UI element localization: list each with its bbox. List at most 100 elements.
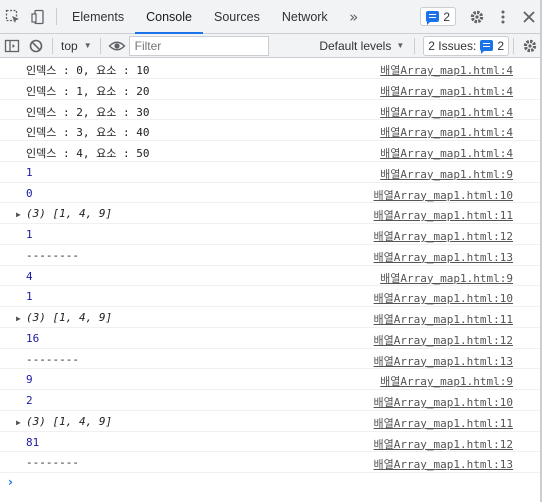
log-levels-dropdown[interactable]: Default levels ▼ [313, 39, 410, 53]
source-link[interactable]: 배열Array_map1.html:11 [374, 415, 513, 431]
tab-network[interactable]: Network [271, 0, 339, 33]
console-message-row: 4 배열Array_map1.html:9 [0, 266, 542, 287]
source-link[interactable]: 배열Array_map1.html:11 [374, 207, 513, 223]
source-link[interactable]: 배열Array_map1.html:13 [374, 456, 513, 472]
console-message-row: -------- 배열Array_map1.html:13 [0, 452, 542, 473]
console-message-text: 인덱스 : 1, 요소 : 20 [26, 83, 149, 99]
source-link[interactable]: 배열Array_map1.html:4 [380, 104, 513, 120]
settings-gear-icon[interactable] [464, 0, 490, 33]
message-value: 9 [26, 373, 33, 387]
message-icon [480, 40, 494, 54]
message-value: 1 [26, 165, 33, 179]
message-value: 16 [26, 331, 40, 345]
message-value: 1 [26, 290, 33, 304]
console-message-text: 81 [26, 436, 39, 449]
devtools-tabbar: Elements Console Sources Network » 2 [0, 0, 542, 34]
message-value: 인덱스 : 3, 요소 : 40 [26, 126, 150, 140]
message-value: (3) [1, 4, 9] [26, 311, 113, 324]
console-message-row: 인덱스 : 2, 요소 : 30 배열Array_map1.html:4 [0, 100, 542, 121]
source-link[interactable]: 배열Array_map1.html:12 [374, 436, 513, 452]
issues-count: 2 [497, 38, 504, 53]
live-expression-eye-icon[interactable] [105, 34, 129, 58]
clear-console-icon[interactable] [24, 34, 48, 58]
message-value: 1 [26, 228, 33, 241]
source-link[interactable]: 배열Array_map1.html:12 [374, 332, 513, 348]
console-message-text: -------- [26, 456, 79, 469]
source-link[interactable]: 배열Array_map1.html:4 [380, 62, 513, 78]
tab-sources[interactable]: Sources [203, 0, 271, 33]
toolbar-divider [513, 37, 514, 54]
issues-button[interactable]: 2 Issues: 2 [423, 35, 509, 56]
console-message-row: 1 배열Array_map1.html:10 [0, 286, 542, 307]
message-value: -------- [26, 248, 79, 262]
source-link[interactable]: 배열Array_map1.html:9 [380, 373, 513, 389]
console-toolbar: top ▼ Default levels ▼ 2 Issues: 2 [0, 34, 542, 58]
source-link[interactable]: 배열Array_map1.html:13 [374, 353, 513, 369]
console-message-row: 9 배열Array_map1.html:9 [0, 369, 542, 390]
console-message-text: 16 [26, 332, 39, 345]
message-value: 인덱스 : 0, 요소 : 10 [26, 64, 150, 77]
message-value: 0 [26, 186, 33, 200]
source-link[interactable]: 배열Array_map1.html:4 [380, 124, 513, 140]
console-message-row: 0 배열Array_map1.html:10 [0, 183, 542, 204]
source-link[interactable]: 배열Array_map1.html:9 [380, 270, 513, 286]
show-sidebar-icon[interactable] [0, 34, 24, 58]
inspect-element-icon[interactable] [0, 0, 26, 33]
expand-triangle-icon[interactable]: ▶ [16, 210, 26, 219]
issues-counter-button[interactable]: 2 [420, 7, 456, 26]
console-message-text: -------- [26, 249, 79, 262]
message-value: -------- [26, 456, 79, 470]
message-value: 2 [26, 394, 33, 407]
array-preview[interactable]: ▶ (3) [1, 4, 9] [16, 207, 112, 220]
expand-triangle-icon[interactable]: ▶ [16, 314, 26, 323]
array-preview[interactable]: ▶ (3) [1, 4, 9] [16, 311, 113, 324]
source-link[interactable]: 배열Array_map1.html:12 [374, 228, 513, 244]
message-value: 인덱스 : 2, 요소 : 30 [26, 105, 150, 119]
console-message-text: 1 [26, 290, 33, 303]
array-preview[interactable]: ▶ (3) [1, 4, 9] [16, 414, 113, 428]
console-message-row: 2 배열Array_map1.html:10 [0, 390, 542, 411]
toolbar-divider [414, 37, 416, 54]
console-settings-gear-icon[interactable] [518, 34, 542, 58]
tabbar-divider [56, 8, 57, 25]
console-prompt-icon[interactable]: › [8, 475, 13, 489]
context-selector[interactable]: top ▼ [57, 39, 96, 53]
source-link[interactable]: 배열Array_map1.html:4 [380, 145, 513, 161]
source-link[interactable]: 배열Array_map1.html:10 [374, 187, 513, 203]
tab-console[interactable]: Console [135, 0, 203, 34]
console-message-row: -------- 배열Array_map1.html:13 [0, 349, 542, 370]
console-message-row: 81 배열Array_map1.html:12 [0, 432, 542, 453]
source-link[interactable]: 배열Array_map1.html:13 [374, 249, 513, 265]
console-message-row: 인덱스 : 4, 요소 : 50 배열Array_map1.html:4 [0, 141, 542, 162]
message-icon [426, 11, 440, 25]
device-toolbar-icon[interactable] [26, 0, 52, 33]
console-message-text: 인덱스 : 3, 요소 : 40 [26, 124, 149, 140]
message-value: (3) [1, 4, 9] [26, 414, 113, 428]
message-value: 인덱스 : 1, 요소 : 20 [26, 84, 150, 98]
source-link[interactable]: 배열Array_map1.html:9 [380, 166, 513, 182]
kebab-menu-icon[interactable] [490, 0, 516, 33]
console-message-row: 1 배열Array_map1.html:9 [0, 162, 542, 183]
console-message-row: 16 배열Array_map1.html:12 [0, 328, 542, 349]
expand-triangle-icon[interactable]: ▶ [16, 418, 26, 427]
console-message-row: 인덱스 : 0, 요소 : 10 배열Array_map1.html:4 [0, 58, 542, 79]
more-tabs-button[interactable]: » [339, 0, 369, 33]
console-messages: 인덱스 : 0, 요소 : 10 배열Array_map1.html:4 인덱스 :… [0, 58, 542, 473]
log-levels-label: Default levels [319, 38, 392, 53]
filter-input[interactable] [128, 35, 269, 56]
source-link[interactable]: 배열Array_map1.html:4 [380, 83, 513, 99]
source-link[interactable]: 배열Array_map1.html:10 [374, 394, 513, 410]
message-value: 4 [26, 269, 33, 283]
console-message-text: -------- [26, 353, 79, 366]
issues-count: 2 [443, 9, 450, 24]
source-link[interactable]: 배열Array_map1.html:11 [374, 311, 513, 327]
console-message-row: ▶ (3) [1, 4, 9] 배열Array_map1.html:11 [0, 411, 542, 432]
close-icon[interactable] [516, 0, 542, 33]
issues-label: 2 Issues: [428, 38, 477, 53]
console-message-row: ▶ (3) [1, 4, 9] 배열Array_map1.html:11 [0, 203, 542, 224]
tab-elements[interactable]: Elements [61, 0, 135, 33]
toolbar-divider [52, 37, 53, 54]
console-message-row: 인덱스 : 3, 요소 : 40 배열Array_map1.html:4 [0, 120, 542, 141]
console-message-text: 1 [26, 166, 33, 179]
source-link[interactable]: 배열Array_map1.html:10 [374, 290, 513, 306]
